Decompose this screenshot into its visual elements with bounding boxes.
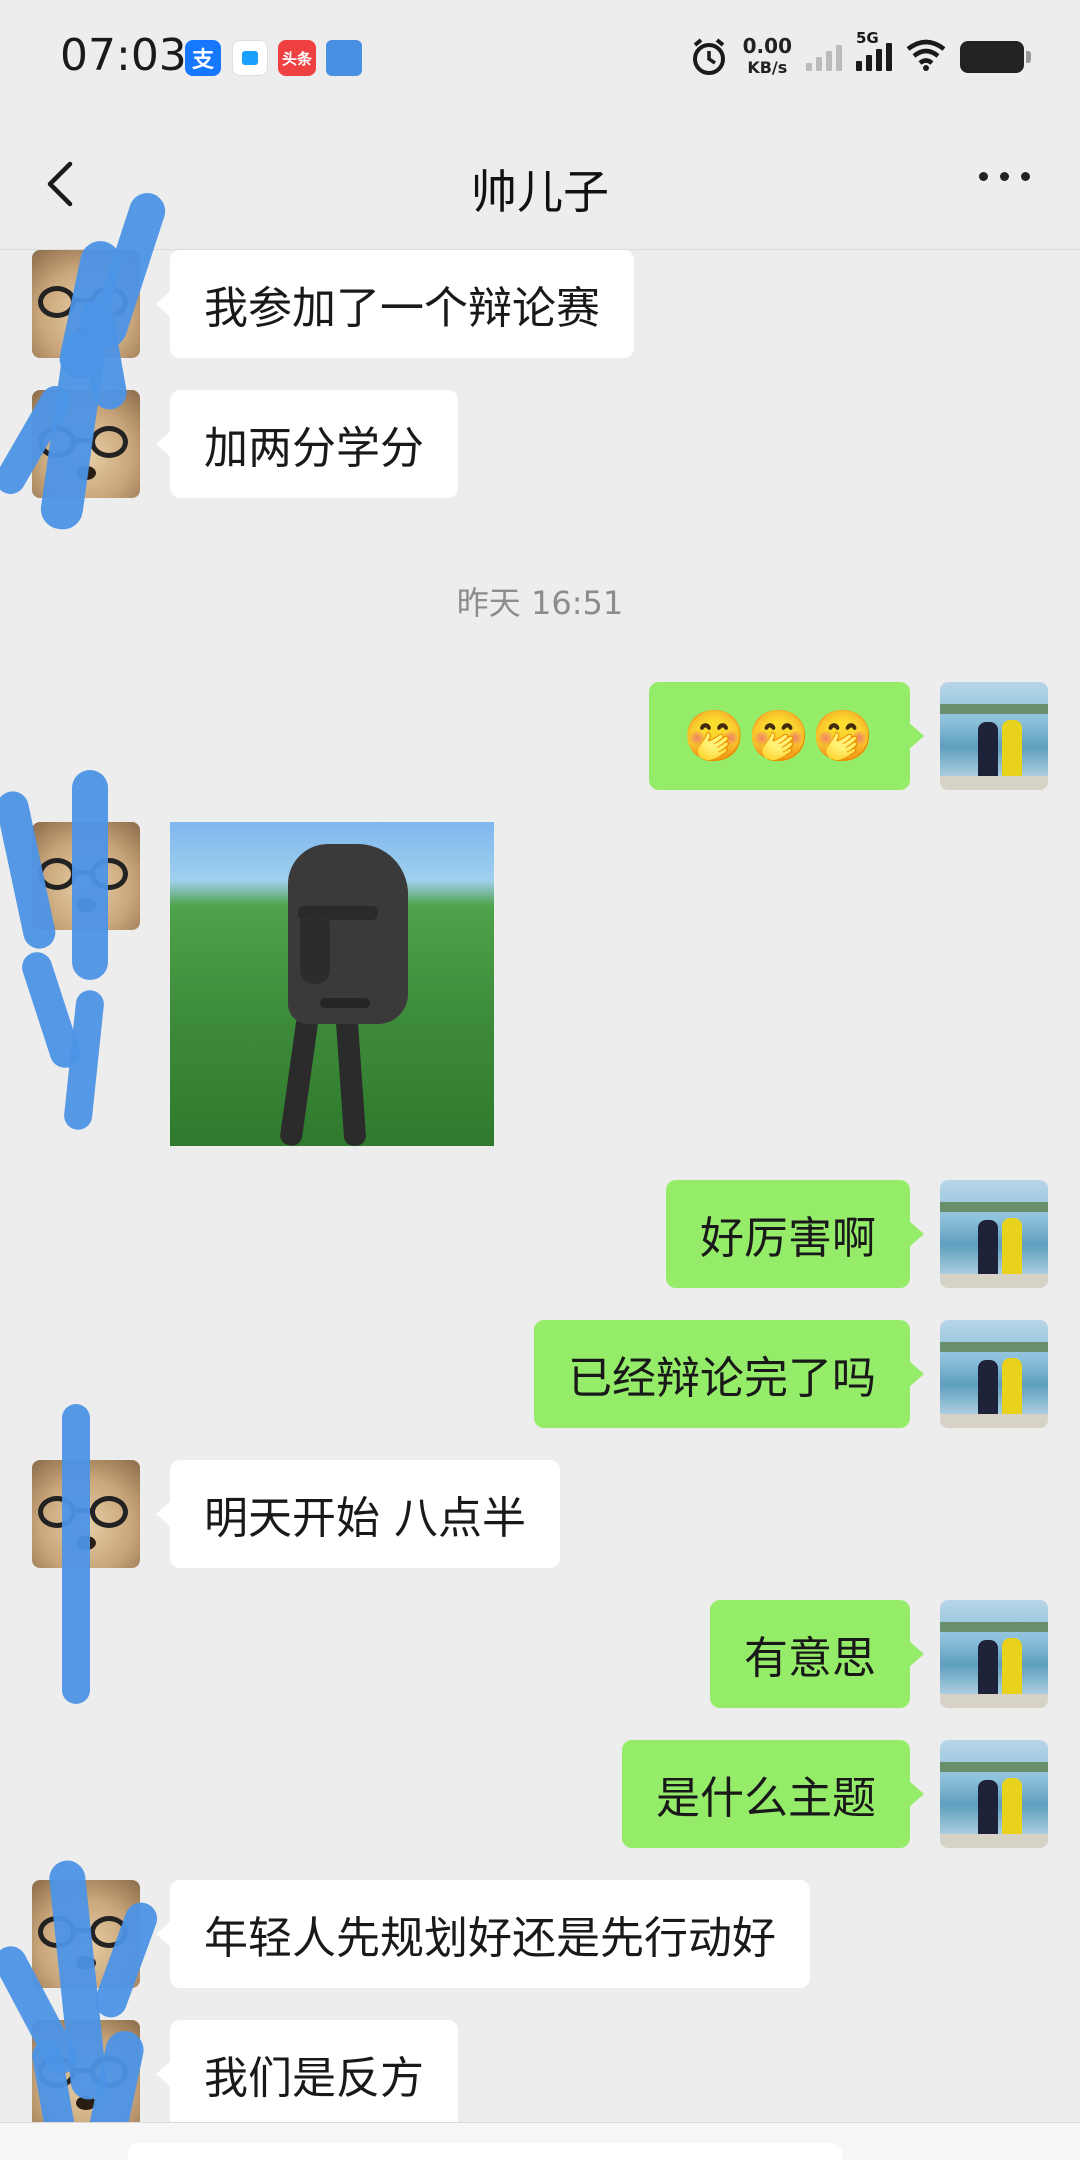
message-bubble[interactable]: 年轻人先规划好还是先行动好	[156, 1880, 810, 1988]
network-speed-value: 0.00	[742, 34, 792, 58]
avatar[interactable]	[940, 1600, 1048, 1708]
message-bubble[interactable]: 好厉害啊	[666, 1180, 924, 1288]
message-bubble[interactable]: 我们是反方	[156, 2020, 458, 2128]
network-speed: 0.00 KB/s	[743, 35, 792, 79]
chat-header: 帅儿子	[0, 110, 1080, 250]
network-type-label: 5G	[856, 29, 879, 47]
network-speed-unit: KB/s	[747, 58, 788, 77]
avatar[interactable]	[940, 1740, 1048, 1848]
message-bubble[interactable]: 有意思	[710, 1600, 924, 1708]
status-right-cluster: 0.00 KB/s 5G	[689, 29, 1031, 82]
redaction-scribble	[62, 988, 106, 1132]
file-app-icon	[326, 40, 362, 76]
wifi-icon	[906, 39, 946, 75]
ellipsis-icon[interactable]	[979, 172, 1030, 181]
message-timestamp: 昨天 16:51	[456, 584, 624, 622]
redaction-scribble	[72, 770, 108, 980]
battery-icon	[960, 41, 1031, 73]
message-bubble[interactable]: 是什么主题	[622, 1740, 924, 1848]
signal-sim1-icon	[806, 43, 842, 71]
alipay-icon: 支	[185, 40, 221, 76]
status-time: 07:03	[60, 30, 187, 81]
avatar[interactable]	[940, 1320, 1048, 1428]
message-app-icon	[232, 40, 268, 76]
redaction-scribble	[62, 1404, 90, 1704]
message-bubble[interactable]: 已经辩论完了吗	[534, 1320, 924, 1428]
avatar[interactable]	[940, 682, 1048, 790]
message-bubble[interactable]: 加两分学分	[156, 390, 458, 498]
toutiao-icon: 头条	[278, 40, 316, 76]
message-bubble[interactable]: 我参加了一个辩论赛	[156, 250, 634, 358]
input-bar	[0, 2122, 1080, 2160]
alarm-icon	[689, 37, 729, 77]
status-bar: 07:03 支 头条 0.00 KB/s 5G	[0, 0, 1080, 110]
avatar[interactable]	[940, 1180, 1048, 1288]
signal-5g-icon: 5G	[856, 29, 892, 71]
message-input[interactable]	[128, 2143, 842, 2160]
message-bubble-emoji[interactable]: 🤭🤭🤭	[649, 682, 924, 790]
message-bubble[interactable]: 明天开始 八点半	[156, 1460, 560, 1568]
sticker-image[interactable]	[170, 822, 494, 1146]
